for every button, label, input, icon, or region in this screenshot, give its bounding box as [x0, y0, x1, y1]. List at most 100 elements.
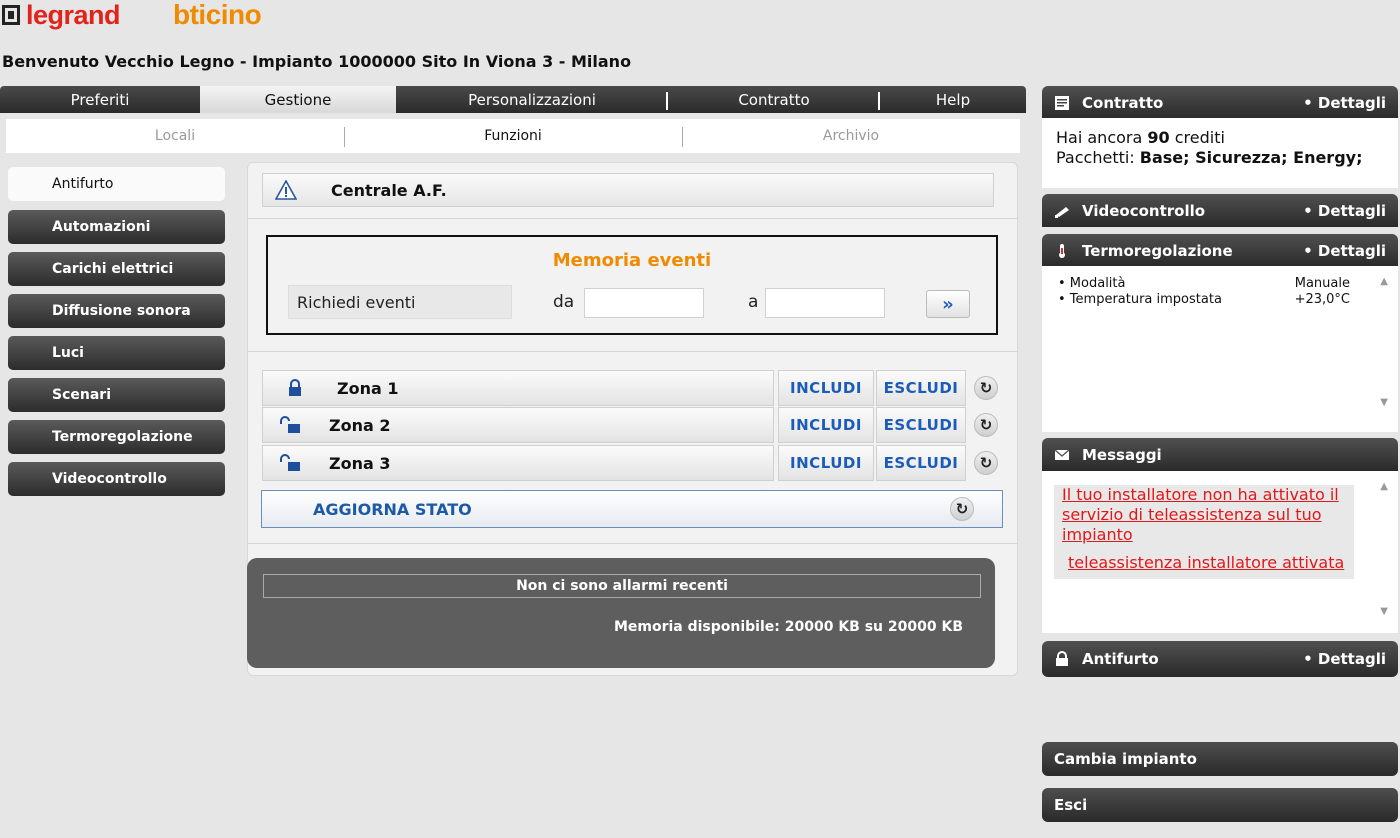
tab-preferiti[interactable]: Preferiti [0, 86, 200, 113]
legrand-logo: legrand [2, 0, 121, 30]
termo-row-value: Manuale [1294, 276, 1350, 291]
exclude-label: ESCLUDI [883, 416, 959, 434]
side-item-automazioni[interactable]: Automazioni [8, 210, 225, 244]
subtab-archivio[interactable]: Archivio [682, 119, 1020, 153]
zone-1-include-button[interactable]: INCLUDI [778, 370, 874, 406]
scroll-up-icon[interactable]: ▲ [1380, 276, 1388, 287]
cambia-impianto-button[interactable]: Cambia impianto [1042, 742, 1398, 776]
date-to-input[interactable] [765, 288, 885, 318]
tab-help[interactable]: Help [880, 86, 1026, 113]
zone-2-refresh-button[interactable]: ↻ [974, 413, 998, 437]
side-item-label: Antifurto [52, 176, 114, 192]
contratto-widget-body: Hai ancora 90 crediti Pacchetti: Base; S… [1042, 118, 1398, 188]
side-item-label: Videocontrollo [52, 471, 167, 487]
bticino-logo-text: bticino [173, 0, 262, 30]
scroll-up-icon[interactable]: ▲ [1380, 481, 1388, 492]
scroll-down-icon[interactable]: ▼ [1380, 606, 1388, 617]
esci-label: Esci [1054, 796, 1088, 814]
zone-3-exclude-button[interactable]: ESCLUDI [876, 445, 966, 481]
side-item-label: Carichi elettrici [52, 261, 174, 277]
widget-title: Antifurto [1082, 650, 1159, 668]
messaggi-widget-header: Messaggi [1042, 438, 1398, 471]
zone-row: Zona 3 [262, 445, 774, 481]
no-alarms-message: Non ci sono allarmi recenti [263, 574, 981, 598]
side-item-termoregolazione[interactable]: Termoregolazione [8, 420, 225, 454]
bticino-logo: bticino [173, 0, 262, 30]
include-label: INCLUDI [790, 379, 862, 397]
zone-name: Zona 3 [329, 453, 391, 473]
subtab-funzioni[interactable]: Funzioni [344, 119, 682, 153]
aggiorna-stato-button[interactable]: AGGIORNA STATO ↻ [261, 490, 1003, 528]
memory-available-text: Memoria disponibile: 20000 KB su 20000 K… [613, 619, 963, 635]
legrand-mark-icon [2, 5, 20, 25]
widget-title: Termoregolazione [1082, 241, 1233, 260]
zone-3-refresh-button[interactable]: ↻ [974, 451, 998, 475]
cambia-impianto-label: Cambia impianto [1054, 750, 1197, 768]
side-item-label: Automazioni [52, 219, 151, 235]
zone-name: Zona 1 [337, 378, 399, 398]
termo-row-value: +23,0°C [1294, 292, 1350, 307]
top-nav: Preferiti Gestione Personalizzazioni Con… [0, 86, 1026, 113]
da-label: da [553, 292, 575, 312]
widget-title: Contratto [1082, 93, 1164, 112]
zone-row: Zona 2 [262, 407, 774, 443]
side-item-diffusione-sonora[interactable]: Diffusione sonora [8, 294, 225, 328]
a-label: a [748, 292, 759, 312]
sub-nav: Locali Funzioni Archivio [6, 119, 1020, 153]
double-chevron-right-icon: » [942, 293, 954, 315]
widget-title: Videocontrollo [1082, 201, 1206, 220]
zone-2-include-button[interactable]: INCLUDI [778, 407, 874, 443]
termo-row-label: • Temperatura impostata [1058, 292, 1222, 307]
centrale-bar[interactable]: Centrale A.F. [262, 173, 994, 207]
tab-label: Preferiti [70, 90, 130, 109]
contratto-widget-header: Contratto • Dettagli [1042, 86, 1398, 119]
termo-row: • Modalità Manuale [1058, 276, 1350, 292]
side-item-antifurto[interactable]: Antifurto [8, 167, 225, 201]
message-link[interactable]: teleassistenza installatore attivata [1068, 553, 1354, 573]
thermometer-icon [1059, 243, 1065, 258]
side-item-label: Scenari [52, 387, 111, 403]
subtab-locali[interactable]: Locali [6, 119, 344, 153]
tab-label: Gestione [264, 90, 332, 109]
esci-button[interactable]: Esci [1042, 788, 1398, 822]
termo-row: • Temperatura impostata +23,0°C [1058, 292, 1350, 308]
side-item-label: Termoregolazione [52, 429, 193, 445]
lock-icon [1056, 651, 1068, 666]
credits-value: 90 [1147, 128, 1170, 147]
date-from-input[interactable] [584, 288, 704, 318]
exclude-label: ESCLUDI [883, 454, 959, 472]
search-events-button[interactable]: » [926, 290, 970, 318]
message-link[interactable]: Il tuo installatore non ha attivato il s… [1062, 485, 1354, 545]
include-label: INCLUDI [790, 416, 862, 434]
side-item-scenari[interactable]: Scenari [8, 378, 225, 412]
zone-row: Zona 1 [262, 370, 774, 406]
tab-personalizzazioni[interactable]: Personalizzazioni [396, 86, 668, 113]
credits-suffix: crediti [1169, 128, 1225, 147]
divider [247, 351, 1018, 352]
zone-1-exclude-button[interactable]: ESCLUDI [876, 370, 966, 406]
tab-contratto[interactable]: Contratto [668, 86, 880, 113]
refresh-icon: ↻ [979, 379, 993, 397]
messaggi-widget-body: Il tuo installatore non ha attivato il s… [1042, 471, 1398, 633]
contratto-details-link[interactable]: • Dettagli [1303, 94, 1386, 112]
videocontrollo-widget-header: Videocontrollo • Dettagli [1042, 194, 1398, 227]
zone-1-refresh-button[interactable]: ↻ [974, 376, 998, 400]
packages-label: Pacchetti: [1056, 148, 1140, 167]
side-item-luci[interactable]: Luci [8, 336, 225, 370]
tab-gestione[interactable]: Gestione [200, 86, 396, 113]
termoregolazione-details-link[interactable]: • Dettagli [1303, 242, 1386, 260]
videocontrollo-details-link[interactable]: • Dettagli [1303, 202, 1386, 220]
scroll-down-icon[interactable]: ▼ [1380, 397, 1388, 408]
antifurto-details-link[interactable]: • Dettagli [1303, 650, 1386, 668]
side-item-videocontrollo[interactable]: Videocontrollo [8, 462, 225, 496]
side-item-label: Luci [52, 345, 84, 361]
widget-title: Messaggi [1082, 445, 1162, 464]
zone-3-include-button[interactable]: INCLUDI [778, 445, 874, 481]
zone-2-exclude-button[interactable]: ESCLUDI [876, 407, 966, 443]
side-item-carichi-elettrici[interactable]: Carichi elettrici [8, 252, 225, 286]
envelope-icon [1054, 448, 1070, 460]
lock-closed-icon [289, 379, 301, 396]
termoregolazione-widget-header: Termoregolazione • Dettagli [1042, 234, 1398, 267]
termoregolazione-widget-body: • Modalità Manuale • Temperatura impostat… [1042, 266, 1398, 432]
divider [247, 543, 1018, 544]
